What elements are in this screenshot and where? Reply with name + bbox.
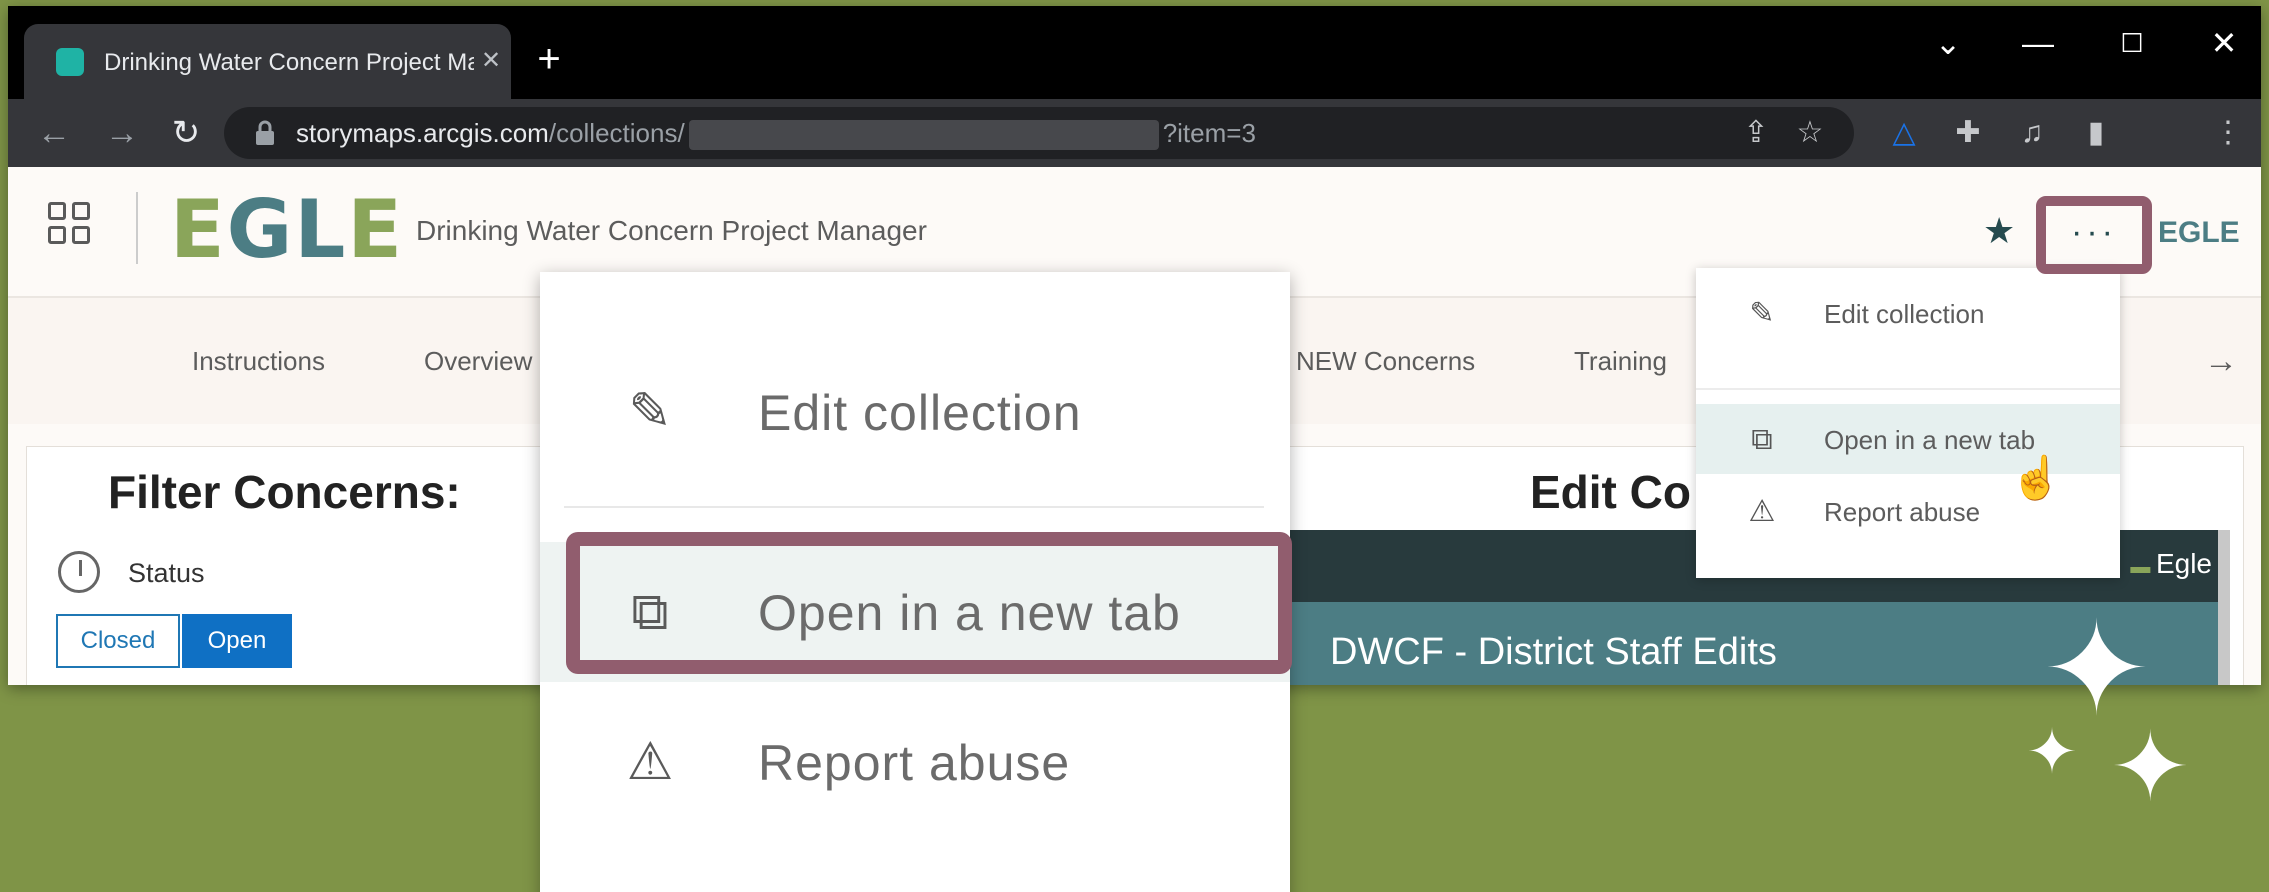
zoomed-menu-item-edit-collection[interactable]: ✎ Edit collection (540, 342, 1290, 482)
nav-item-instructions[interactable]: Instructions (192, 344, 325, 378)
close-window-icon[interactable]: ✕ (2194, 20, 2254, 66)
egle-logo-small: EGLE (2158, 216, 2240, 249)
embed-logo: ▬ Egle (2130, 548, 2212, 579)
favorite-star-icon[interactable]: ★ (1983, 213, 2017, 249)
minimize-icon[interactable]: — (2008, 20, 2068, 66)
open-external-icon: ⧉ (1751, 423, 1773, 456)
pencil-icon: ✎ (628, 383, 672, 441)
more-options-menu: ✎ Edit collection ⧉ Open in a new tab ⚠ … (1696, 268, 2120, 578)
sparkle-small-icon: ✦ (2026, 718, 2078, 787)
reload-icon[interactable]: ↻ (162, 109, 210, 157)
embed-title: DWCF - District Staff Edits (1330, 631, 1777, 673)
browser-toolbar: ← → ↻ storymaps.arcgis.com/collections/?… (8, 99, 2261, 167)
warning-icon: ⚠ (626, 733, 674, 791)
annotation-highlight-frame (566, 532, 1292, 674)
side-panel-icon[interactable]: ▮ (2074, 111, 2118, 155)
forward-arrow-icon[interactable]: → (98, 109, 146, 157)
embed-scrollbar[interactable] (2218, 530, 2230, 685)
url-query: ?item=3 (1162, 118, 1256, 148)
redacted-url-segment (688, 120, 1159, 151)
clock-icon (58, 551, 100, 593)
storymaps-favicon-icon (56, 48, 84, 76)
menu-item-edit-collection[interactable]: ✎ Edit collection (1696, 278, 2120, 348)
warning-icon: ⚠ (1748, 495, 1776, 528)
nav-item-new-concerns[interactable]: NEW Concerns (1296, 344, 1475, 378)
url-text: storymaps.arcgis.com/collections/ ?item=3 (296, 107, 1256, 159)
nav-next-arrow-icon[interactable]: → (2204, 342, 2238, 381)
hand-cursor-icon: ☝ (2010, 454, 2063, 501)
more-options-button[interactable]: ··· (2036, 196, 2152, 274)
apps-grid-icon[interactable] (48, 202, 92, 246)
address-bar[interactable]: storymaps.arcgis.com/collections/ ?item=3… (224, 107, 1854, 159)
pencil-icon: ✎ (1749, 297, 1775, 330)
open-filter-button[interactable]: Open (182, 614, 292, 668)
bookmark-star-icon[interactable]: ☆ (1788, 111, 1832, 155)
lock-icon (256, 120, 274, 145)
browser-tab[interactable]: Drinking Water Concern Project Manager ✕ (24, 24, 511, 99)
media-queue-icon[interactable]: ♫ (2010, 111, 2054, 155)
tab-close-icon[interactable]: ✕ (476, 46, 506, 76)
site-title: Drinking Water Concern Project Manager (416, 215, 927, 246)
url-path: /collections/ (548, 118, 685, 148)
header-divider (136, 192, 138, 264)
tab-search-chevron-icon[interactable]: ⌄ (1918, 20, 1978, 66)
extension-triangle-icon[interactable]: △ (1882, 111, 1926, 155)
closed-filter-button[interactable]: Closed (56, 614, 180, 668)
filter-title: Filter Concerns: (108, 466, 461, 518)
url-host: storymaps.arcgis.com (296, 118, 549, 148)
embed-logo-mark-icon: ▬ (2130, 556, 2156, 578)
egle-logo[interactable]: EGLE (170, 190, 404, 270)
maximize-icon[interactable]: ☐ (2102, 20, 2162, 66)
share-icon[interactable]: ⇪ (1734, 111, 1778, 155)
chrome-menu-icon[interactable]: ⋮ (2206, 111, 2250, 155)
nav-item-training[interactable]: Training (1574, 344, 1667, 378)
back-arrow-icon[interactable]: ← (30, 109, 78, 157)
status-label: Status (128, 558, 205, 588)
new-tab-button[interactable]: + (526, 36, 572, 82)
tab-strip: Drinking Water Concern Project Manager ✕… (8, 6, 2261, 99)
tab-title: Drinking Water Concern Project Manager (104, 49, 474, 76)
sparkle-medium-icon: ✦ (2110, 714, 2191, 821)
extensions-puzzle-icon[interactable]: ✚ (1946, 111, 1990, 155)
zoomed-menu-divider (564, 506, 1264, 508)
nav-item-overview[interactable]: Overview (424, 344, 532, 378)
menu-divider (1696, 388, 2120, 390)
zoomed-menu-item-report-abuse[interactable]: ⚠ Report abuse (540, 692, 1290, 832)
edit-title: Edit Co (1530, 466, 1691, 518)
